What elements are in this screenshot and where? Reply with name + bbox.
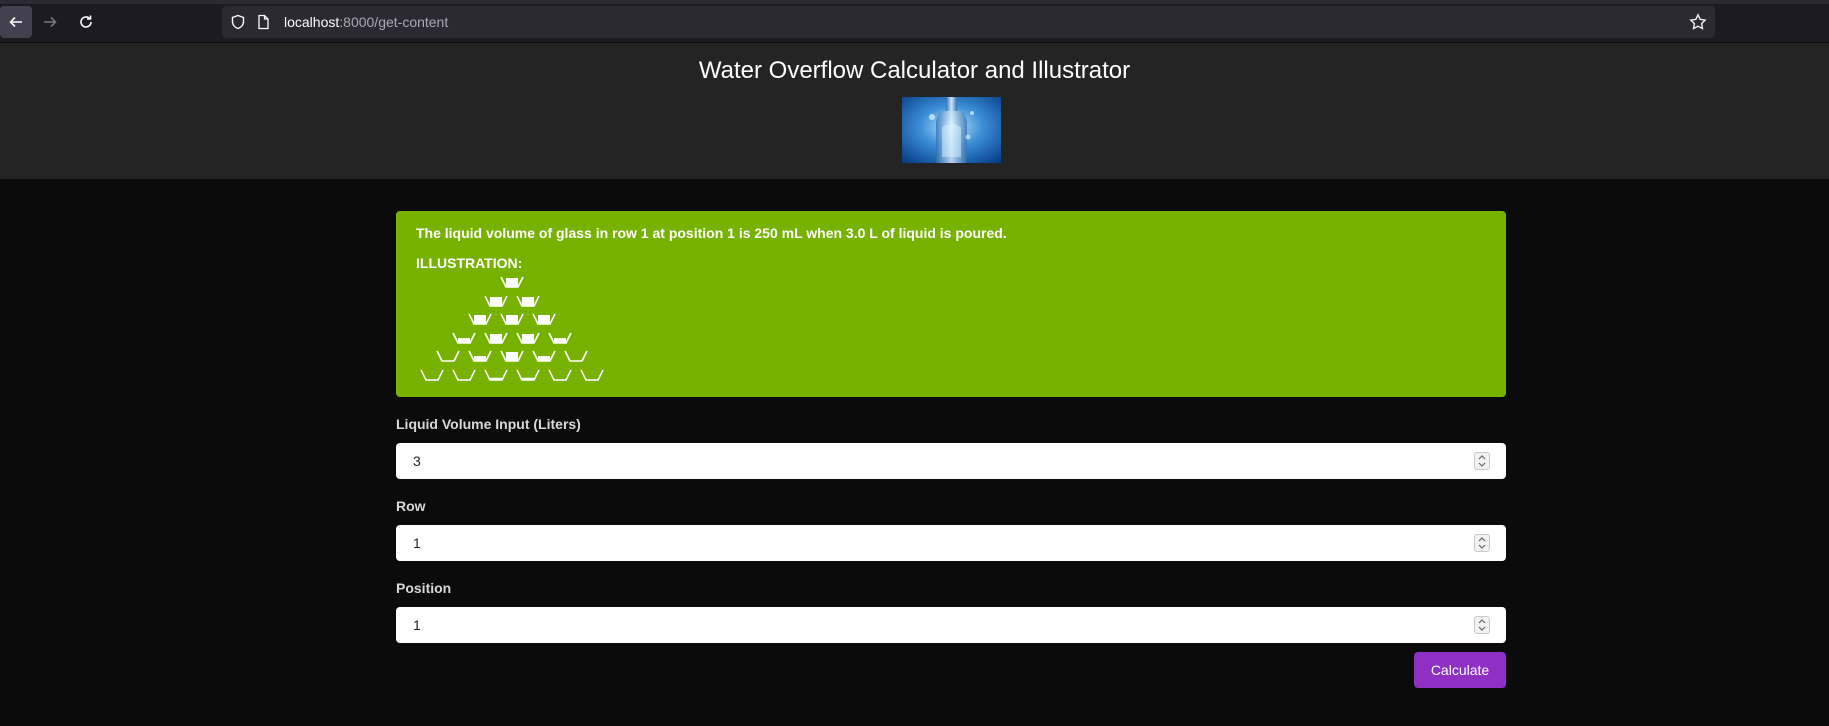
spinner-arrows-icon (1478, 455, 1486, 467)
volume-label: Liquid Volume Input (Liters) (396, 416, 581, 432)
position-spinner[interactable] (1474, 616, 1490, 634)
back-button[interactable] (0, 6, 32, 38)
glass-icon (468, 313, 492, 325)
glass-icon (516, 295, 540, 307)
glass-icon (564, 350, 588, 362)
spinner-arrows-icon (1478, 537, 1486, 549)
glass-icon (484, 332, 508, 344)
arrow-left-icon (9, 16, 22, 28)
glass-icon (548, 369, 572, 381)
reload-button[interactable] (70, 6, 102, 38)
glass-icon (548, 332, 572, 344)
water-bottle-image (902, 97, 1001, 163)
glass-icon (452, 332, 476, 344)
glass-icon (500, 350, 524, 362)
volume-input[interactable] (396, 443, 1506, 479)
glass-icon (516, 369, 540, 381)
spinner-arrows-icon (1478, 619, 1486, 631)
glass-icon (484, 295, 508, 307)
url-text[interactable]: localhost:8000/get-content (284, 14, 448, 30)
page-icon (258, 14, 269, 30)
glass-icon (532, 350, 556, 362)
page-title: Water Overflow Calculator and Illustrato… (698, 57, 1131, 84)
forward-button[interactable] (34, 6, 66, 38)
position-input[interactable] (396, 607, 1506, 643)
main-container: The liquid volume of glass in row 1 at p… (396, 211, 1506, 688)
glass-icon (500, 276, 524, 288)
illustration-label: ILLUSTRATION: (416, 255, 523, 271)
calculate-button[interactable]: Calculate (1414, 652, 1506, 688)
glass-icon (500, 313, 524, 325)
glass-pyramid-illustration (416, 272, 616, 382)
volume-field[interactable] (396, 443, 1506, 479)
row-input[interactable] (396, 525, 1506, 561)
row-label: Row (396, 498, 426, 514)
bookmark-star-icon[interactable] (1689, 13, 1707, 31)
site-header: Water Overflow Calculator and Illustrato… (0, 43, 1829, 179)
result-message: The liquid volume of glass in row 1 at p… (416, 225, 1007, 241)
result-alert: The liquid volume of glass in row 1 at p… (396, 211, 1506, 397)
position-label: Position (396, 580, 452, 596)
row-field[interactable] (396, 525, 1506, 561)
glass-icon (436, 350, 460, 362)
volume-spinner[interactable] (1474, 452, 1490, 470)
url-host: localhost (284, 14, 340, 30)
position-field[interactable] (396, 607, 1506, 643)
url-path: :8000/get-content (339, 14, 449, 30)
shield-icon[interactable] (230, 14, 246, 30)
row-spinner[interactable] (1474, 534, 1490, 552)
reload-icon (80, 15, 92, 28)
browser-toolbar: localhost:8000/get-content (0, 0, 1829, 43)
glass-icon (580, 369, 604, 381)
glass-icon (420, 369, 444, 381)
address-bar[interactable]: localhost:8000/get-content (222, 6, 1715, 38)
glass-icon (516, 332, 540, 344)
glass-icon (532, 313, 556, 325)
glass-icon (484, 369, 508, 381)
glass-icon (468, 350, 492, 362)
arrow-right-icon (44, 16, 57, 28)
glass-icon (452, 369, 476, 381)
